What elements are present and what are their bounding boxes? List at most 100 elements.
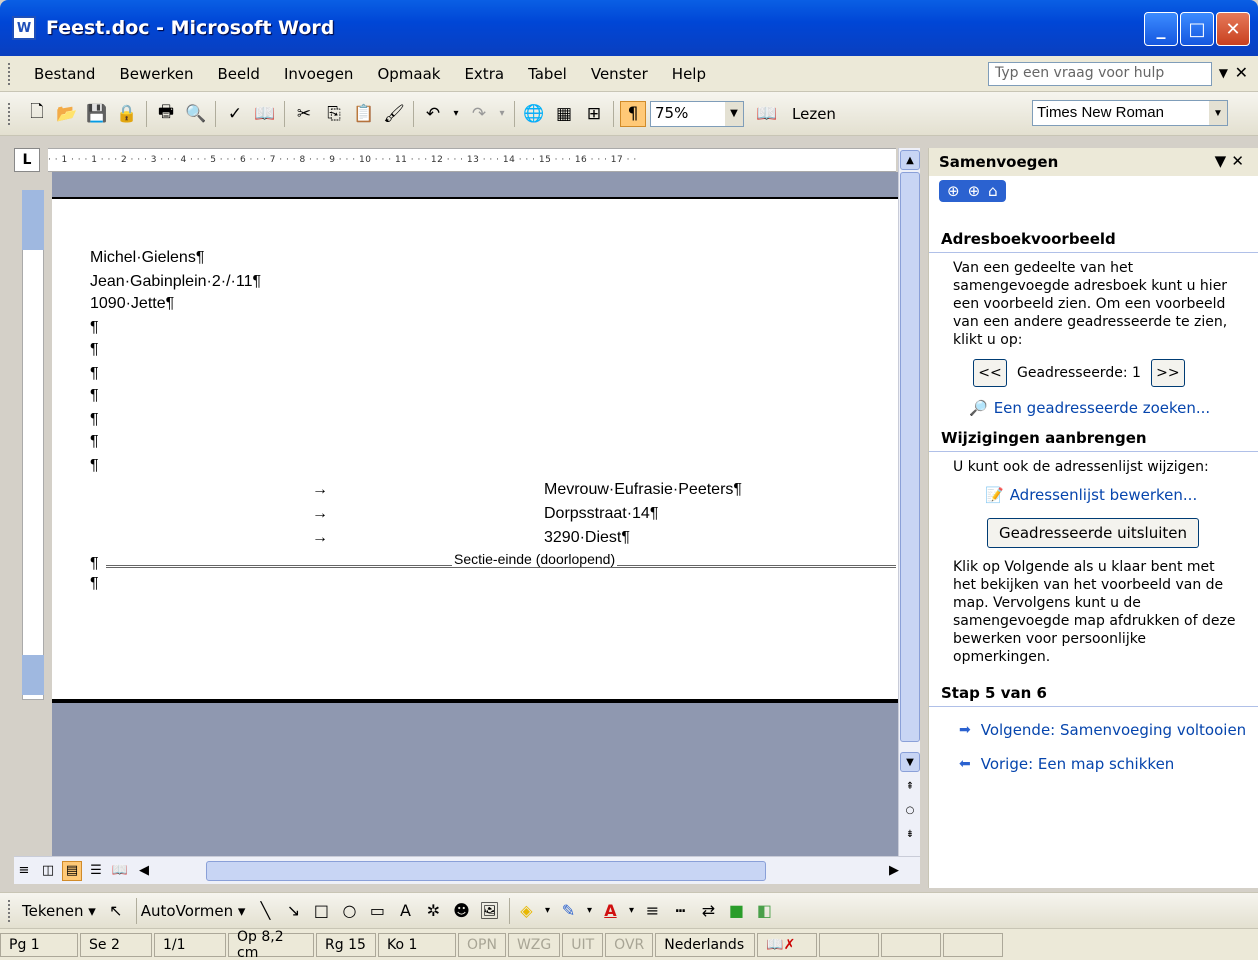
scroll-right-icon[interactable]: ▶: [884, 861, 904, 881]
arrow-icon[interactable]: ↘: [281, 899, 305, 923]
previous-step-label[interactable]: Vorige: Een map schikken: [981, 755, 1175, 773]
line-color-dropdown-icon[interactable]: ▾: [584, 899, 594, 923]
browse-object-icon[interactable]: ○: [900, 800, 920, 820]
toolbar-grip[interactable]: [8, 102, 16, 125]
fill-color-icon[interactable]: ◈: [514, 899, 538, 923]
recipient-street[interactable]: Dorpsstraat·14¶: [544, 505, 658, 523]
status-ext[interactable]: UIT: [562, 932, 604, 957]
print-preview-icon[interactable]: 🔍: [183, 101, 209, 127]
draw-menu-button[interactable]: Tekenen ▾: [22, 902, 96, 920]
help-dropdown-icon[interactable]: ▼: [1219, 66, 1228, 80]
rectangle-icon[interactable]: □: [309, 899, 333, 923]
normal-view-icon[interactable]: ≡: [14, 861, 34, 881]
permission-icon[interactable]: 🔒: [114, 101, 140, 127]
next-step-link[interactable]: ➡ Volgende: Samenvoeging voltooien: [929, 713, 1258, 747]
shadow-style-icon[interactable]: ■: [724, 899, 748, 923]
format-painter-icon[interactable]: 🖌: [381, 101, 407, 127]
previous-page-icon[interactable]: ⇞: [900, 776, 920, 796]
insert-picture-icon[interactable]: 🖼: [477, 899, 501, 923]
empty-paragraph[interactable]: ¶: [90, 363, 99, 385]
font-select[interactable]: Times New Roman ▼: [1032, 100, 1228, 126]
menu-venster[interactable]: Venster: [579, 65, 660, 83]
vertical-ruler[interactable]: [22, 190, 44, 700]
status-language[interactable]: Nederlands: [655, 932, 756, 957]
undo-icon[interactable]: ↶: [420, 101, 446, 127]
arrow-style-icon[interactable]: ⇄: [696, 899, 720, 923]
drawbar-grip[interactable]: [8, 899, 16, 922]
task-pane-controls[interactable]: ▼ ✕: [1215, 152, 1244, 170]
tab-selector[interactable]: L: [14, 148, 40, 172]
menu-tabel[interactable]: Tabel: [516, 65, 579, 83]
empty-paragraph[interactable]: ¶: [90, 385, 99, 407]
sender-city[interactable]: 1090·Jette¶: [90, 293, 174, 315]
read-mode-icon[interactable]: 📖: [754, 101, 780, 127]
print-layout-icon[interactable]: ▤: [62, 860, 82, 881]
line-icon[interactable]: ╲: [253, 899, 277, 923]
scroll-left-icon[interactable]: ◀: [134, 861, 154, 881]
find-recipient-label[interactable]: Een geadresseerde zoeken...: [994, 399, 1211, 417]
empty-paragraph[interactable]: ¶: [90, 431, 99, 453]
empty-paragraph[interactable]: ¶: [90, 455, 99, 477]
vertical-scrollbar[interactable]: ▲ ▼ ⇞ ○ ⇟: [898, 148, 920, 856]
scroll-down-icon[interactable]: ▼: [900, 752, 920, 772]
empty-paragraph[interactable]: ¶: [90, 409, 99, 431]
edit-list-link[interactable]: 📝 Adressenlijst bewerken...: [929, 484, 1258, 510]
previous-step-link[interactable]: ⬅ Vorige: Een map schikken: [929, 747, 1258, 781]
recipient-name[interactable]: Mevrouw·Eufrasie·Peeters¶: [544, 481, 742, 499]
recipient-city[interactable]: 3290·Diest¶: [544, 529, 630, 547]
close-button[interactable]: ✕: [1216, 12, 1250, 46]
paste-icon[interactable]: 📋: [351, 101, 377, 127]
minimize-button[interactable]: _: [1144, 12, 1178, 46]
print-icon[interactable]: 🖶: [153, 101, 179, 127]
last-pilcrow[interactable]: ¶: [90, 573, 99, 595]
document-close-icon[interactable]: ✕: [1235, 63, 1248, 82]
font-color-icon[interactable]: A: [598, 899, 622, 923]
horizontal-ruler[interactable]: · · 1 · · · 1 · · · 2 · · · 3 · · · 4 · …: [48, 148, 896, 172]
insert-table-icon[interactable]: ⊞: [581, 101, 607, 127]
font-dropdown-icon[interactable]: ▼: [1209, 101, 1227, 125]
font-color-dropdown-icon[interactable]: ▾: [626, 899, 636, 923]
line-style-icon[interactable]: ≡: [640, 899, 664, 923]
horizontal-scroll-thumb[interactable]: [206, 861, 766, 881]
home-icon[interactable]: ⌂: [988, 182, 998, 200]
document-page[interactable]: Michel·Gielens¶ Jean·Gabinplein·2·/·11¶ …: [52, 197, 898, 703]
spelling-status-icon[interactable]: 📖✗: [757, 932, 818, 957]
status-trk[interactable]: WZG: [507, 932, 561, 957]
redo-icon[interactable]: ↷: [466, 101, 492, 127]
menu-invoegen[interactable]: Invoegen: [272, 65, 365, 83]
spelling-icon[interactable]: ✓: [222, 101, 248, 127]
menu-help[interactable]: Help: [660, 65, 718, 83]
status-ovr[interactable]: OVR: [605, 932, 654, 957]
back-icon[interactable]: ⊕: [947, 182, 960, 200]
web-view-icon[interactable]: ◫: [38, 861, 58, 881]
sender-street[interactable]: Jean·Gabinplein·2·/·11¶: [90, 271, 261, 293]
3d-style-icon[interactable]: ◧: [752, 899, 776, 923]
tables-borders-icon[interactable]: ▦: [551, 101, 577, 127]
hyperlink-icon[interactable]: 🌐: [521, 101, 547, 127]
copy-icon[interactable]: ⎘: [321, 101, 347, 127]
research-icon[interactable]: 📖: [252, 101, 278, 127]
empty-paragraph[interactable]: ¶: [90, 339, 99, 361]
find-recipient-link[interactable]: 🔎 Een geadresseerde zoeken...: [929, 397, 1258, 423]
section-pilcrow[interactable]: ¶: [90, 553, 99, 575]
sender-name[interactable]: Michel·Gielens¶: [90, 247, 204, 269]
empty-paragraph[interactable]: ¶: [90, 317, 99, 339]
menu-opmaak[interactable]: Opmaak: [365, 65, 452, 83]
read-mode-button[interactable]: Lezen: [792, 105, 836, 123]
redo-dropdown-icon[interactable]: ▾: [496, 101, 508, 127]
forward-icon[interactable]: ⊕: [968, 182, 981, 200]
oval-icon[interactable]: ○: [337, 899, 361, 923]
diagram-icon[interactable]: ✲: [421, 899, 445, 923]
zoom-dropdown-icon[interactable]: ▼: [725, 101, 743, 126]
menu-bestand[interactable]: Bestand: [22, 65, 107, 83]
text-box-icon[interactable]: ▭: [365, 899, 389, 923]
undo-dropdown-icon[interactable]: ▾: [450, 101, 462, 127]
menu-bewerken[interactable]: Bewerken: [107, 65, 205, 83]
exclude-recipient-button[interactable]: Geadresseerde uitsluiten: [987, 518, 1199, 548]
dash-style-icon[interactable]: ┅: [668, 899, 692, 923]
show-formatting-icon[interactable]: ¶: [620, 100, 646, 127]
fill-color-dropdown-icon[interactable]: ▾: [542, 899, 552, 923]
maximize-button[interactable]: □: [1180, 12, 1214, 46]
next-step-label[interactable]: Volgende: Samenvoeging voltooien: [981, 721, 1246, 739]
zoom-select[interactable]: 75% ▼: [650, 100, 744, 127]
